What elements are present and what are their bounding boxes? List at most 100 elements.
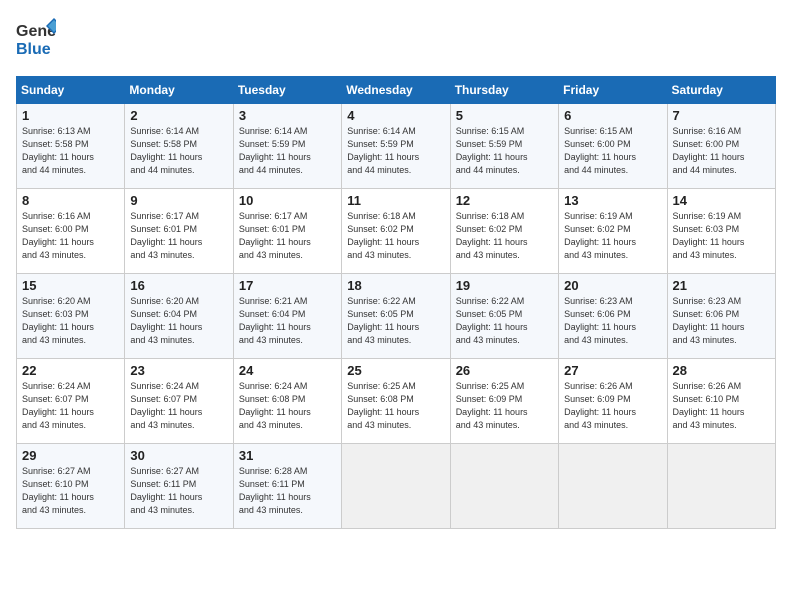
day-info: Sunrise: 6:25 AM Sunset: 6:09 PM Dayligh…	[456, 380, 553, 432]
calendar-cell: 23 Sunrise: 6:24 AM Sunset: 6:07 PM Dayli…	[125, 359, 233, 444]
day-info: Sunrise: 6:14 AM Sunset: 5:58 PM Dayligh…	[130, 125, 227, 177]
calendar-cell: 11 Sunrise: 6:18 AM Sunset: 6:02 PM Dayli…	[342, 189, 450, 274]
day-info: Sunrise: 6:19 AM Sunset: 6:03 PM Dayligh…	[673, 210, 770, 262]
calendar-cell: 12 Sunrise: 6:18 AM Sunset: 6:02 PM Dayli…	[450, 189, 558, 274]
calendar-cell	[450, 444, 558, 529]
weekday-header-sunday: Sunday	[17, 77, 125, 104]
day-number: 26	[456, 363, 553, 378]
day-number: 22	[22, 363, 119, 378]
day-info: Sunrise: 6:15 AM Sunset: 5:59 PM Dayligh…	[456, 125, 553, 177]
calendar-cell: 5 Sunrise: 6:15 AM Sunset: 5:59 PM Daylig…	[450, 104, 558, 189]
day-number: 9	[130, 193, 227, 208]
day-number: 23	[130, 363, 227, 378]
calendar-cell: 26 Sunrise: 6:25 AM Sunset: 6:09 PM Dayli…	[450, 359, 558, 444]
day-number: 12	[456, 193, 553, 208]
day-info: Sunrise: 6:26 AM Sunset: 6:09 PM Dayligh…	[564, 380, 661, 432]
day-info: Sunrise: 6:19 AM Sunset: 6:02 PM Dayligh…	[564, 210, 661, 262]
day-number: 11	[347, 193, 444, 208]
day-number: 16	[130, 278, 227, 293]
calendar-cell: 27 Sunrise: 6:26 AM Sunset: 6:09 PM Dayli…	[559, 359, 667, 444]
calendar-cell: 13Sunrise: 6:19 AM Sunset: 6:02 PM Dayli…	[559, 189, 667, 274]
calendar-cell: 7 Sunrise: 6:16 AM Sunset: 6:00 PM Daylig…	[667, 104, 775, 189]
day-number: 21	[673, 278, 770, 293]
day-info: Sunrise: 6:23 AM Sunset: 6:06 PM Dayligh…	[673, 295, 770, 347]
day-number: 30	[130, 448, 227, 463]
day-number: 17	[239, 278, 336, 293]
weekday-header-monday: Monday	[125, 77, 233, 104]
calendar-cell: 4 Sunrise: 6:14 AM Sunset: 5:59 PM Daylig…	[342, 104, 450, 189]
svg-text:Blue: Blue	[16, 41, 51, 58]
day-info: Sunrise: 6:27 AM Sunset: 6:11 PM Dayligh…	[130, 465, 227, 517]
day-info: Sunrise: 6:18 AM Sunset: 6:02 PM Dayligh…	[456, 210, 553, 262]
calendar-cell: 31 Sunrise: 6:28 AM Sunset: 6:11 PM Dayli…	[233, 444, 341, 529]
day-info: Sunrise: 6:18 AM Sunset: 6:02 PM Dayligh…	[347, 210, 444, 262]
calendar-cell: 16Sunrise: 6:20 AM Sunset: 6:04 PM Dayli…	[125, 274, 233, 359]
day-info: Sunrise: 6:16 AM Sunset: 6:00 PM Dayligh…	[22, 210, 119, 262]
day-info: Sunrise: 6:25 AM Sunset: 6:08 PM Dayligh…	[347, 380, 444, 432]
calendar-cell: 22 Sunrise: 6:24 AM Sunset: 6:07 PM Dayli…	[17, 359, 125, 444]
calendar-cell: 9Sunrise: 6:17 AM Sunset: 6:01 PM Daylig…	[125, 189, 233, 274]
calendar-cell: 3Sunrise: 6:14 AM Sunset: 5:59 PM Daylig…	[233, 104, 341, 189]
calendar-cell: 8 Sunrise: 6:16 AM Sunset: 6:00 PM Daylig…	[17, 189, 125, 274]
day-info: Sunrise: 6:27 AM Sunset: 6:10 PM Dayligh…	[22, 465, 119, 517]
day-number: 10	[239, 193, 336, 208]
calendar-cell: 1 Sunrise: 6:13 AM Sunset: 5:58 PM Daylig…	[17, 104, 125, 189]
day-number: 8	[22, 193, 119, 208]
weekday-header-wednesday: Wednesday	[342, 77, 450, 104]
day-number: 2	[130, 108, 227, 123]
calendar-table: SundayMondayTuesdayWednesdayThursdayFrid…	[16, 76, 776, 529]
day-info: Sunrise: 6:13 AM Sunset: 5:58 PM Dayligh…	[22, 125, 119, 177]
day-number: 5	[456, 108, 553, 123]
weekday-header-thursday: Thursday	[450, 77, 558, 104]
day-info: Sunrise: 6:22 AM Sunset: 6:05 PM Dayligh…	[347, 295, 444, 347]
logo-icon: General Blue	[16, 16, 56, 66]
day-info: Sunrise: 6:22 AM Sunset: 6:05 PM Dayligh…	[456, 295, 553, 347]
calendar-cell: 25 Sunrise: 6:25 AM Sunset: 6:08 PM Dayli…	[342, 359, 450, 444]
day-info: Sunrise: 6:14 AM Sunset: 5:59 PM Dayligh…	[239, 125, 336, 177]
weekday-header-saturday: Saturday	[667, 77, 775, 104]
day-number: 4	[347, 108, 444, 123]
day-info: Sunrise: 6:15 AM Sunset: 6:00 PM Dayligh…	[564, 125, 661, 177]
day-info: Sunrise: 6:24 AM Sunset: 6:07 PM Dayligh…	[22, 380, 119, 432]
calendar-cell: 21 Sunrise: 6:23 AM Sunset: 6:06 PM Dayli…	[667, 274, 775, 359]
calendar-cell	[342, 444, 450, 529]
day-number: 14	[673, 193, 770, 208]
day-number: 25	[347, 363, 444, 378]
day-info: Sunrise: 6:26 AM Sunset: 6:10 PM Dayligh…	[673, 380, 770, 432]
calendar-cell: 10Sunrise: 6:17 AM Sunset: 6:01 PM Dayli…	[233, 189, 341, 274]
calendar-cell: 18 Sunrise: 6:22 AM Sunset: 6:05 PM Dayli…	[342, 274, 450, 359]
calendar-cell: 2 Sunrise: 6:14 AM Sunset: 5:58 PM Daylig…	[125, 104, 233, 189]
calendar-cell: 30 Sunrise: 6:27 AM Sunset: 6:11 PM Dayli…	[125, 444, 233, 529]
calendar-cell	[559, 444, 667, 529]
page-header: General Blue	[16, 16, 776, 66]
day-info: Sunrise: 6:24 AM Sunset: 6:08 PM Dayligh…	[239, 380, 336, 432]
calendar-cell: 14 Sunrise: 6:19 AM Sunset: 6:03 PM Dayli…	[667, 189, 775, 274]
day-number: 31	[239, 448, 336, 463]
day-number: 24	[239, 363, 336, 378]
day-number: 20	[564, 278, 661, 293]
day-info: Sunrise: 6:16 AM Sunset: 6:00 PM Dayligh…	[673, 125, 770, 177]
day-number: 29	[22, 448, 119, 463]
day-number: 18	[347, 278, 444, 293]
weekday-header-friday: Friday	[559, 77, 667, 104]
calendar-cell	[667, 444, 775, 529]
calendar-cell: 17Sunrise: 6:21 AM Sunset: 6:04 PM Dayli…	[233, 274, 341, 359]
day-number: 27	[564, 363, 661, 378]
day-number: 7	[673, 108, 770, 123]
day-info: Sunrise: 6:23 AM Sunset: 6:06 PM Dayligh…	[564, 295, 661, 347]
calendar-cell: 28Sunrise: 6:26 AM Sunset: 6:10 PM Dayli…	[667, 359, 775, 444]
day-number: 6	[564, 108, 661, 123]
day-info: Sunrise: 6:14 AM Sunset: 5:59 PM Dayligh…	[347, 125, 444, 177]
day-info: Sunrise: 6:28 AM Sunset: 6:11 PM Dayligh…	[239, 465, 336, 517]
weekday-header-tuesday: Tuesday	[233, 77, 341, 104]
calendar-cell: 19 Sunrise: 6:22 AM Sunset: 6:05 PM Dayli…	[450, 274, 558, 359]
calendar-cell: 6 Sunrise: 6:15 AM Sunset: 6:00 PM Daylig…	[559, 104, 667, 189]
calendar-cell: 24 Sunrise: 6:24 AM Sunset: 6:08 PM Dayli…	[233, 359, 341, 444]
day-info: Sunrise: 6:24 AM Sunset: 6:07 PM Dayligh…	[130, 380, 227, 432]
day-number: 15	[22, 278, 119, 293]
calendar-cell: 20 Sunrise: 6:23 AM Sunset: 6:06 PM Dayli…	[559, 274, 667, 359]
logo: General Blue	[16, 16, 56, 66]
calendar-cell: 15Sunrise: 6:20 AM Sunset: 6:03 PM Dayli…	[17, 274, 125, 359]
day-number: 19	[456, 278, 553, 293]
day-number: 1	[22, 108, 119, 123]
